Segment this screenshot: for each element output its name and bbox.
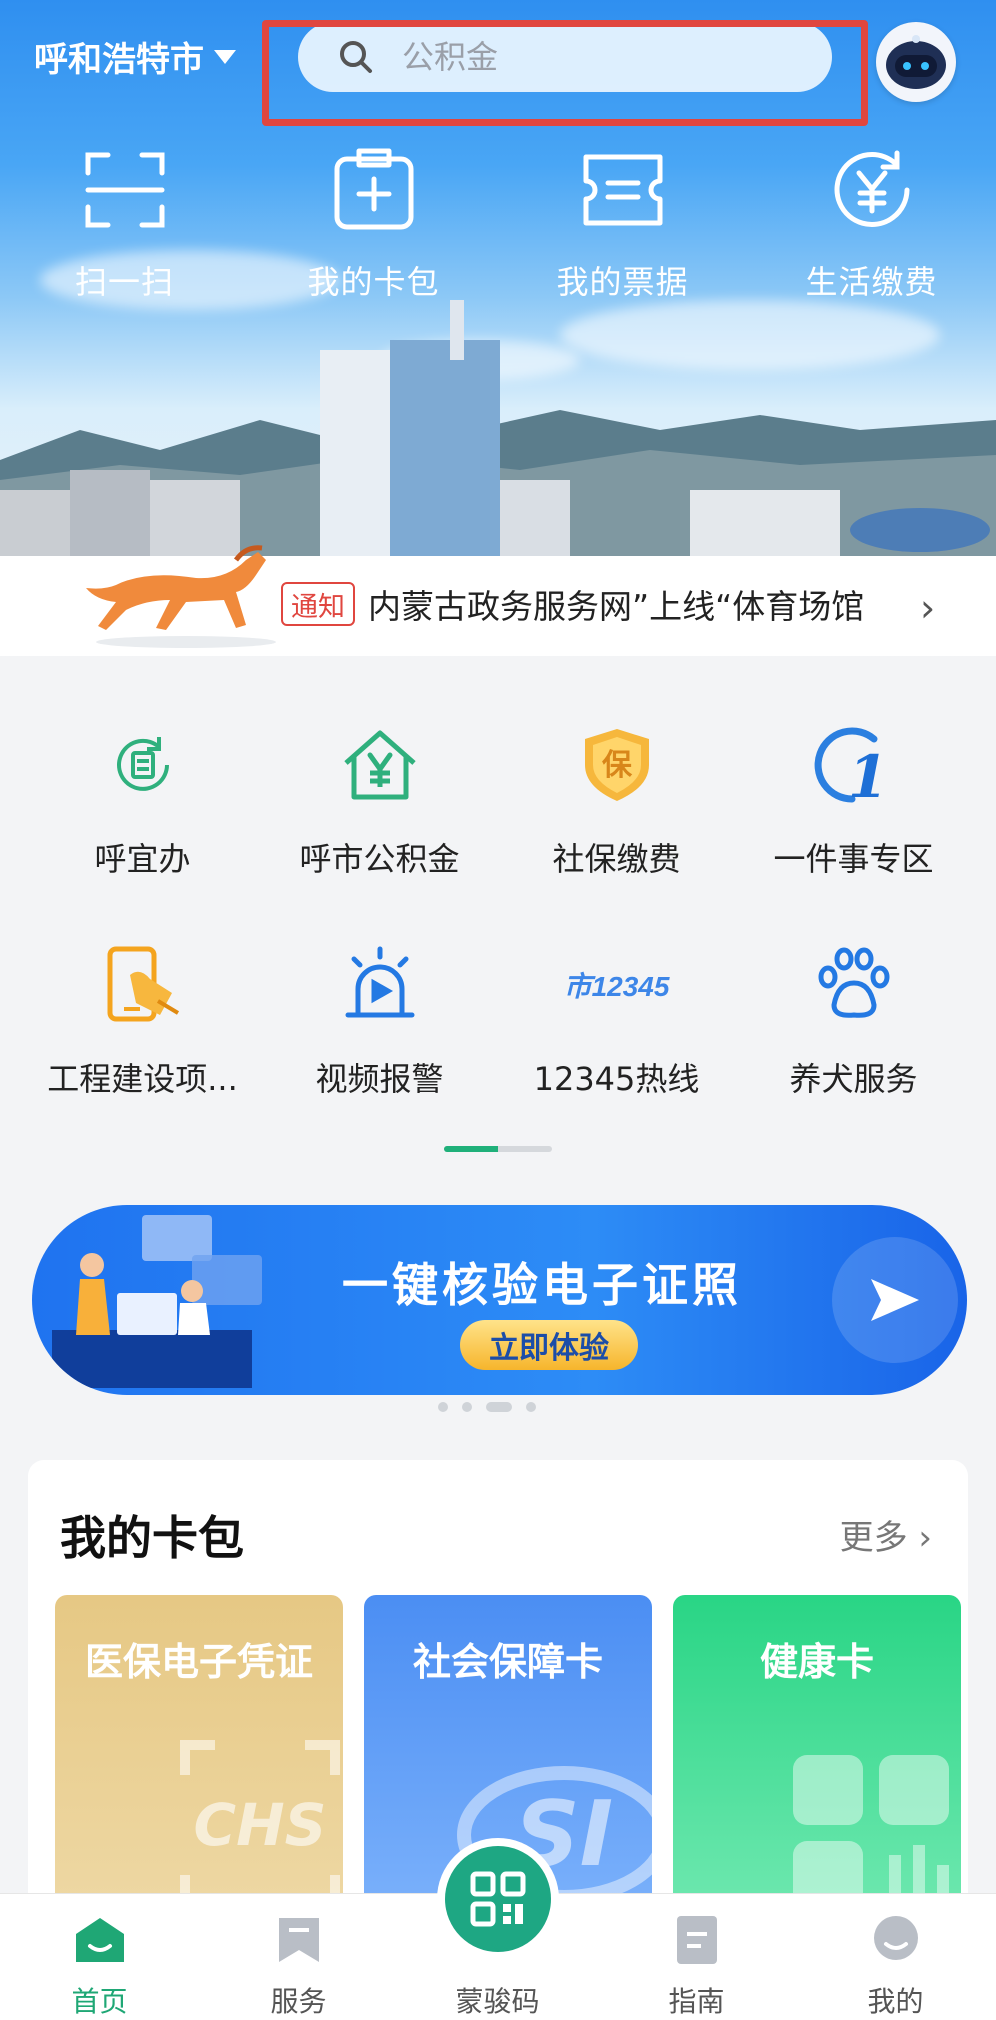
- dot: [462, 1402, 472, 1412]
- service-grid: 呼宜办 呼市公积金 保 社保缴费 1 一件事专区 工程建设项... 视频报警 市…: [24, 720, 972, 1100]
- tab-label: 指南: [668, 1985, 725, 2018]
- one-thing-icon: 1: [809, 720, 899, 810]
- chs-logo: CHS: [180, 1740, 340, 1910]
- tab-services[interactable]: 服务: [199, 1894, 398, 2020]
- quick-scan[interactable]: 扫一扫: [0, 145, 249, 303]
- try-now-button[interactable]: 立即体验: [460, 1320, 638, 1370]
- bookmark-icon: [271, 1914, 327, 1966]
- more-link[interactable]: 更多 ›: [840, 1510, 932, 1559]
- quick-ticket[interactable]: 我的票据: [498, 145, 747, 303]
- dot-active: [486, 1402, 512, 1412]
- service-label: 12345热线: [533, 1060, 700, 1098]
- arrow-right-icon: [832, 1237, 958, 1363]
- construction-icon: [98, 940, 188, 1030]
- qr-code-button[interactable]: [445, 1846, 551, 1952]
- scan-icon: [85, 152, 164, 228]
- home-icon: [72, 1914, 128, 1966]
- chevron-right-icon: ›: [920, 586, 936, 630]
- search-highlight-box: [262, 20, 868, 126]
- chs-watermark: CHS: [194, 1791, 327, 1859]
- yuan-payment-icon: [834, 150, 909, 227]
- assistant-robot-icon[interactable]: [876, 22, 956, 102]
- card-label: 医保电子凭证: [84, 1640, 313, 1684]
- ticket-icon: [583, 154, 662, 226]
- service-label: 社保缴费: [552, 840, 681, 878]
- service-construction[interactable]: 工程建设项...: [24, 940, 261, 1100]
- qr-code-icon: [470, 1871, 526, 1927]
- card-wallet-icon: [334, 148, 413, 230]
- notice-tag: 通知: [281, 582, 355, 626]
- service-label: 呼市公积金: [299, 840, 460, 878]
- card-pack-title: 我的卡包: [60, 1511, 244, 1565]
- card-label: 社会保障卡: [412, 1640, 603, 1684]
- service-housing-fund[interactable]: 呼市公积金: [261, 720, 498, 880]
- city-name-label: 呼和浩特市: [34, 40, 204, 80]
- quick-label: 生活缴费: [805, 263, 938, 301]
- service-label: 一件事专区: [773, 840, 934, 878]
- more-label: 更多: [839, 1518, 908, 1558]
- tab-guide[interactable]: 指南: [597, 1894, 796, 2020]
- quick-label: 我的票据: [556, 263, 689, 301]
- card-medical-insurance[interactable]: 医保电子凭证 CHS: [55, 1595, 343, 1915]
- chevron-down-icon: [214, 49, 236, 64]
- service-label: 养犬服务: [789, 1060, 918, 1098]
- service-label: 视频报警: [315, 1060, 444, 1098]
- card-label: 健康卡: [759, 1640, 874, 1684]
- profile-icon: [868, 1914, 924, 1966]
- svg-text:保: 保: [602, 748, 633, 783]
- office-illustration: [52, 1215, 262, 1388]
- dot: [526, 1402, 536, 1412]
- paw-icon: [809, 940, 899, 1030]
- huyiban-icon: [98, 720, 188, 810]
- notice-text[interactable]: 内蒙古政务服务网”上线“体育场馆: [368, 580, 916, 628]
- service-one-thing[interactable]: 1 一件事专区: [735, 720, 972, 880]
- quick-card-wallet[interactable]: 我的卡包: [249, 145, 498, 303]
- quick-actions: 扫一扫 我的卡包 我的票据 生活缴费: [0, 145, 996, 303]
- quick-label: 我的卡包: [307, 263, 440, 301]
- alarm-icon: [335, 940, 425, 1030]
- verify-license-banner[interactable]: 一键核验电子证照 立即体验: [32, 1205, 967, 1395]
- social-security-icon: 保: [572, 720, 662, 810]
- horse-mascot-image: [86, 545, 276, 648]
- quick-payment[interactable]: 生活缴费: [747, 145, 996, 303]
- banner-title: 一键核验电子证照: [342, 1258, 742, 1312]
- tab-label: 蒙骏码: [455, 1985, 540, 2018]
- city-selector[interactable]: 呼和浩特市: [34, 32, 236, 81]
- service-social-security[interactable]: 保 社保缴费: [498, 720, 735, 880]
- hotline-icon: 市12345: [564, 940, 670, 1030]
- tab-label: 首页: [71, 1985, 128, 2018]
- card-health[interactable]: 健康卡: [673, 1595, 961, 1915]
- service-dog[interactable]: 养犬服务: [735, 940, 972, 1100]
- quick-label: 扫一扫: [74, 263, 174, 301]
- guide-icon: [669, 1914, 725, 1966]
- banner-dots: [438, 1402, 536, 1412]
- tab-label: 我的: [867, 1985, 924, 2018]
- tab-label: 服务: [270, 1985, 327, 2018]
- hotline-icon-text: 市12345: [563, 971, 670, 1002]
- dot: [438, 1402, 448, 1412]
- service-huyiban[interactable]: 呼宜办: [24, 720, 261, 880]
- service-grid-section: 呼宜办 呼市公积金 保 社保缴费 1 一件事专区 工程建设项... 视频报警 市…: [0, 660, 996, 1180]
- service-video-alarm[interactable]: 视频报警: [261, 940, 498, 1100]
- service-label: 工程建设项...: [47, 1060, 238, 1098]
- grid-page-indicator: [444, 1146, 552, 1152]
- tab-home[interactable]: 首页: [0, 1894, 199, 2020]
- housing-fund-icon: [335, 720, 425, 810]
- service-label: 呼宜办: [94, 840, 191, 878]
- health-card-logo: [793, 1755, 949, 1911]
- svg-text:1: 1: [847, 743, 887, 805]
- tab-profile[interactable]: 我的: [796, 1894, 995, 2020]
- service-hotline[interactable]: 市12345 12345热线: [498, 940, 735, 1100]
